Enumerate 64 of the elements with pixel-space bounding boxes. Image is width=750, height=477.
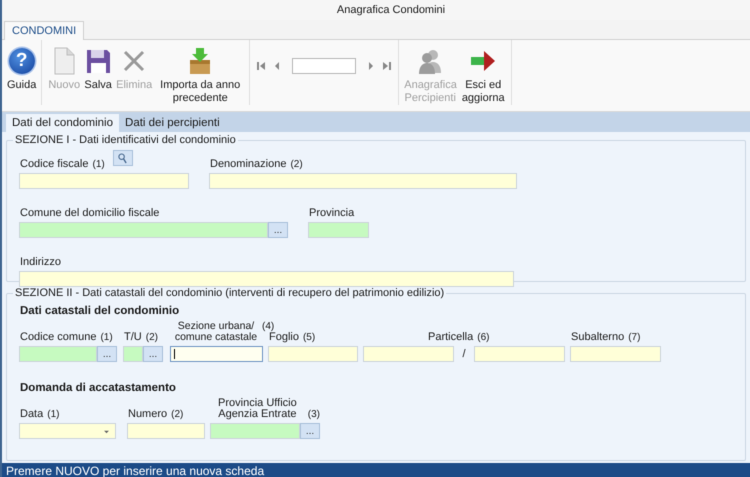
field-note: (3)	[308, 409, 320, 420]
input-field[interactable]	[474, 346, 565, 362]
toolbar-button[interactable]: Importa da anno precedente	[154, 46, 246, 105]
field-note: (5)	[302, 332, 316, 343]
field-note: (6)	[477, 332, 490, 343]
input-field[interactable]	[209, 173, 517, 189]
field-label: Subalterno	[571, 331, 624, 343]
search-icon	[118, 152, 128, 164]
field-label: Sezione urbana/ comune catastale	[174, 321, 258, 343]
field-label: Codice comune	[20, 331, 96, 343]
group-heading: Domanda di accatastamento	[20, 382, 177, 394]
section-title: SEZIONE I - Dati identificativi del condominio	[14, 134, 237, 146]
first-record-icon[interactable]	[256, 60, 266, 70]
input-field[interactable]	[19, 222, 268, 238]
field-note: (1)	[47, 409, 60, 420]
field-label: Foglio	[269, 331, 299, 343]
input-field[interactable]	[19, 271, 514, 287]
field-label: Particella	[428, 331, 474, 343]
field-note: (2)	[146, 332, 158, 343]
input-field[interactable]	[268, 346, 358, 362]
toolbar-button[interactable]: Esci ed aggiorna	[458, 46, 508, 105]
toolbar-button[interactable]: ? Guida	[5, 46, 38, 92]
field-label: Numero	[128, 408, 168, 420]
browse-button[interactable]: ...	[300, 423, 320, 439]
window-title: Anagrafica Condomini	[336, 4, 446, 16]
input-field[interactable]	[363, 346, 454, 362]
field-label: Denominazione	[210, 158, 286, 170]
ribbon-tab[interactable]: CONDOMINI	[4, 21, 84, 40]
field-note: (1)	[100, 332, 113, 343]
browse-button[interactable]: ...	[268, 222, 288, 238]
input-field[interactable]	[19, 173, 189, 189]
field-label: Indirizzo	[20, 256, 61, 268]
field-label: Provincia Ufficio Agenzia Entrate	[217, 398, 298, 420]
tab[interactable]: Dati dei percipienti	[119, 114, 226, 132]
field-note: (7)	[628, 332, 640, 343]
input-field[interactable]	[19, 346, 97, 362]
field-note: (4)	[262, 321, 274, 332]
field-note: (2)	[171, 409, 184, 420]
last-record-icon[interactable]	[382, 60, 392, 70]
input-field[interactable]	[127, 423, 205, 439]
field-label: Provincia	[309, 207, 354, 219]
field-label: Codice fiscale	[20, 158, 88, 170]
record-field[interactable]	[292, 58, 356, 74]
browse-button[interactable]: ...	[97, 346, 117, 362]
input-field[interactable]	[170, 346, 263, 362]
tab[interactable]: Dati del condominio	[6, 114, 120, 132]
field-note: (2)	[290, 159, 303, 170]
input-field[interactable]	[19, 423, 116, 439]
group-heading: Dati catastali del condominio	[20, 305, 180, 317]
field-label: Data	[20, 408, 44, 420]
input-field[interactable]	[308, 222, 369, 238]
field-label: Comune del domicilio fiscale	[20, 207, 160, 219]
input-field[interactable]	[570, 346, 661, 362]
browse-button[interactable]: ...	[143, 346, 163, 362]
help-icon: ?	[8, 48, 35, 74]
separator-text: /	[461, 348, 467, 360]
input-field[interactable]	[123, 346, 143, 362]
field-label: T/U	[124, 331, 142, 343]
search-button[interactable]	[112, 150, 133, 166]
input-field[interactable]	[210, 423, 300, 439]
dropdown-icon[interactable]	[103, 430, 110, 434]
toolbar-button[interactable]: Salva	[82, 46, 114, 92]
field-note: (1)	[92, 159, 105, 170]
section-title: SEZIONE II - Dati catastali del condominio (interventi di recupero del patrimonio edilizio)	[14, 287, 446, 299]
